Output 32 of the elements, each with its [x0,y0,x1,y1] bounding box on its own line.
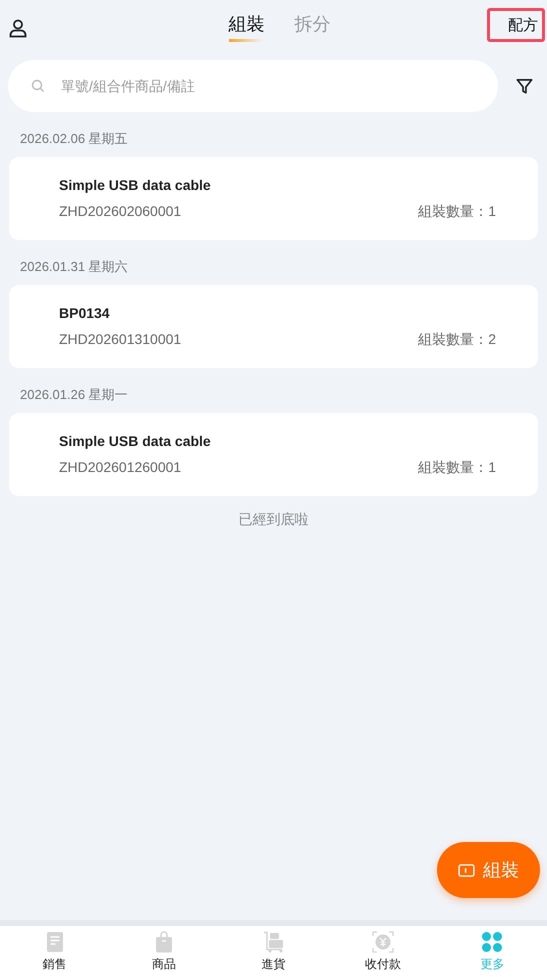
product-name: Simple USB data cable [59,177,212,193]
box-icon [458,864,475,876]
clover-icon [481,930,504,952]
nav-item[interactable]: 銷售 [0,926,110,977]
nav-item[interactable]: 進貨 [218,926,328,977]
quantity-label: 組裝數量：1 [418,203,496,221]
order-number: ZHD202601260001 [59,459,182,477]
quantity-label: 組裝數量：2 [418,331,496,349]
search-field[interactable]: 單號/組合件商品/備註 [8,60,498,112]
order-card[interactable]: Simple USB data cable ZHD202601260001 組裝數量：1 [9,413,538,496]
end-note: 已經到底啦 [238,511,310,529]
bag-icon [154,930,174,952]
coin-icon [372,930,394,952]
cart-icon [262,930,285,952]
document-icon [44,930,65,952]
user-icon[interactable] [8,18,28,38]
search-icon [31,79,45,93]
quantity-label: 組裝數量：1 [418,459,496,477]
nav-item[interactable]: 收付款 [328,926,438,977]
order-card[interactable]: BP0134 ZHD202601310001 組裝數量：2 [9,285,538,368]
nav-item[interactable]: 商品 [109,926,219,977]
date-heading: 2026.02.06 星期五 [19,130,129,148]
date-heading: 2026.01.31 星期六 [19,258,129,276]
date-heading: 2026.01.26 星期一 [19,386,129,404]
product-name: BP0134 [59,305,111,321]
recipe-button[interactable]: 配方 [487,8,545,42]
order-card[interactable]: Simple USB data cable ZHD202602060001 組裝數量：1 [9,157,538,240]
order-number: ZHD202601310001 [59,331,182,349]
tab[interactable]: 組裝 [228,12,264,42]
order-number: ZHD202602060001 [59,203,182,221]
filter-icon[interactable] [515,76,534,96]
product-name: Simple USB data cable [59,433,212,449]
